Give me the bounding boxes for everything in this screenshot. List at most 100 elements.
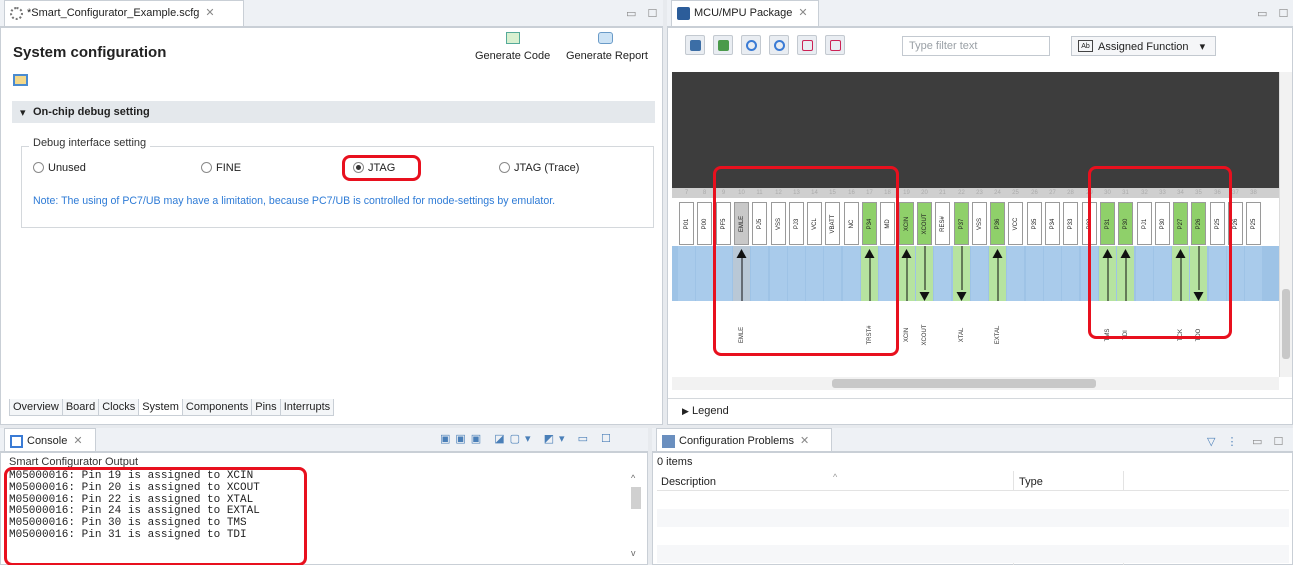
chevron-up-icon[interactable]: ^ bbox=[631, 473, 635, 483]
generate-report-button[interactable]: Generate Report bbox=[566, 50, 648, 62]
pin-name: VCC bbox=[1012, 217, 1019, 230]
radio-jtag-trace[interactable]: JTAG (Trace) bbox=[499, 162, 579, 174]
radio-label: Unused bbox=[48, 162, 86, 174]
pin-function-label: XCOUT bbox=[921, 324, 928, 346]
pin-23[interactable]: 23 VSS bbox=[971, 185, 988, 375]
pin-19[interactable]: 19 XCIN XCIN bbox=[898, 185, 915, 375]
system-config-panel: System configuration Generate Code Gener… bbox=[0, 27, 663, 425]
radio-unused[interactable]: Unused bbox=[33, 162, 86, 174]
pin-signal bbox=[1245, 246, 1262, 301]
editor-tab[interactable]: *Smart_Configurator_Example.scfg ✕ bbox=[4, 0, 244, 26]
filter-icon[interactable]: ▽ ⋮ bbox=[1207, 435, 1242, 448]
zoom-out-icon[interactable] bbox=[769, 35, 789, 55]
radio-circle bbox=[201, 162, 212, 173]
editor-bottom-tab[interactable]: Overview bbox=[9, 399, 63, 416]
pin-25[interactable]: 25 VCC bbox=[1007, 185, 1024, 375]
close-icon[interactable]: ✕ bbox=[73, 435, 82, 447]
pin-22[interactable]: 22 P37 XTAL bbox=[953, 185, 970, 375]
pin-name: XCOUT bbox=[921, 213, 928, 234]
page-title: System configuration bbox=[13, 44, 167, 61]
window-buttons[interactable]: ▭ ☐ bbox=[1257, 7, 1292, 20]
problems-icon bbox=[662, 435, 675, 448]
chip-view-icon[interactable] bbox=[713, 35, 733, 55]
console-panel: Smart Configurator Output M05000016: Pin… bbox=[0, 452, 648, 565]
chevron-right-icon: ▶ bbox=[682, 406, 689, 416]
pin-8[interactable]: 8 P00 bbox=[696, 185, 713, 375]
problems-tab[interactable]: Configuration Problems ✕ bbox=[656, 428, 832, 451]
print-icon[interactable] bbox=[825, 35, 845, 55]
save-icon[interactable] bbox=[685, 35, 705, 55]
pin-signal bbox=[1026, 246, 1043, 301]
scroll-thumb[interactable] bbox=[631, 487, 641, 509]
package-tab[interactable]: MCU/MPU Package ✕ bbox=[671, 0, 819, 26]
pin-signal bbox=[934, 246, 951, 301]
pin-24[interactable]: 24 P36 EXTAL bbox=[989, 185, 1006, 375]
scroll-thumb[interactable] bbox=[832, 379, 1096, 388]
note-text: Note: The using of PC7/UB may have a lim… bbox=[33, 195, 556, 207]
editor-bottom-tab[interactable]: Pins bbox=[251, 399, 281, 416]
window-buttons[interactable]: ▭ ☐ bbox=[1252, 435, 1287, 448]
editor-bottom-tab[interactable]: System bbox=[138, 399, 183, 416]
editor-bottom-tab[interactable]: Interrupts bbox=[279, 399, 335, 416]
pin-box: VCC bbox=[1008, 202, 1023, 245]
zoom-in-icon[interactable] bbox=[741, 35, 761, 55]
scroll-thumb[interactable] bbox=[1282, 289, 1290, 359]
function-icon: Ab bbox=[1078, 40, 1093, 52]
pin-name: RES# bbox=[939, 215, 946, 232]
pin-name: P33 bbox=[1067, 218, 1074, 229]
pin-38[interactable]: 38 P25 bbox=[1245, 185, 1262, 375]
pin-box: P34 bbox=[1045, 202, 1060, 245]
pin-box: P35 bbox=[1027, 202, 1042, 245]
problems-count: 0 items bbox=[657, 456, 693, 468]
pin-signal bbox=[696, 246, 713, 301]
arrow-down-icon bbox=[956, 246, 967, 301]
pin-function-label: EXTAL bbox=[994, 325, 1001, 345]
console-toolbar[interactable]: ▣▣▣ ◪▢▾ ◩▾ ▭ ☐ bbox=[440, 432, 616, 445]
close-icon[interactable]: ✕ bbox=[205, 7, 214, 19]
pin-26[interactable]: 26 P35 bbox=[1026, 185, 1043, 375]
pin-box: P36 bbox=[990, 202, 1005, 245]
highlight-jtag-pins bbox=[1088, 166, 1232, 339]
layout-icon[interactable] bbox=[13, 74, 28, 86]
pin-7[interactable]: 7 P01 bbox=[678, 185, 695, 375]
pin-name: P37 bbox=[958, 218, 965, 229]
pin-number: 25 bbox=[1012, 190, 1019, 196]
package-toolbar: Type filter text Ab Assigned Function ▾ bbox=[668, 28, 1292, 72]
legend-label: Legend bbox=[691, 405, 729, 417]
pin-21[interactable]: 21 RES# bbox=[934, 185, 951, 375]
generate-code-icon bbox=[506, 32, 520, 44]
chevron-down-icon[interactable]: v bbox=[631, 548, 636, 558]
horizontal-scrollbar[interactable] bbox=[672, 377, 1279, 390]
close-icon[interactable]: ✕ bbox=[798, 7, 807, 19]
column-description[interactable]: Description bbox=[661, 476, 716, 488]
pin-name: P00 bbox=[701, 218, 708, 229]
pin-28[interactable]: 28 P33 bbox=[1062, 185, 1079, 375]
pin-27[interactable]: 27 P34 bbox=[1044, 185, 1061, 375]
window-buttons[interactable]: ▭ ☐ bbox=[626, 7, 661, 20]
generate-code-button[interactable]: Generate Code bbox=[475, 50, 550, 62]
close-icon[interactable]: ✕ bbox=[800, 435, 809, 447]
console-tab[interactable]: Console ✕ bbox=[4, 428, 96, 451]
legend-toggle[interactable]: ▶ Legend bbox=[668, 398, 1292, 424]
vertical-scrollbar[interactable] bbox=[1279, 72, 1292, 377]
export-icon[interactable] bbox=[797, 35, 817, 55]
editor-bottom-tabs: Overview Board Clocks System Components Pins I… bbox=[9, 399, 335, 416]
console-scrollbar[interactable]: ^ v bbox=[629, 473, 643, 563]
pin-name: P25 bbox=[1250, 218, 1257, 229]
column-type[interactable]: Type bbox=[1019, 476, 1043, 488]
pin-20[interactable]: 20 XCOUT XCOUT bbox=[916, 185, 933, 375]
radio-fine[interactable]: FINE bbox=[201, 162, 241, 174]
arrow-up-icon bbox=[992, 249, 1003, 301]
ide-window: *Smart_Configurator_Example.scfg ✕ ▭ ☐ Sy… bbox=[0, 0, 1293, 565]
pin-signal bbox=[1007, 246, 1024, 301]
filter-input[interactable]: Type filter text bbox=[902, 36, 1050, 56]
pin-number: 38 bbox=[1250, 190, 1257, 196]
assigned-function-dropdown[interactable]: Ab Assigned Function ▾ bbox=[1071, 36, 1216, 56]
arrow-down-icon bbox=[919, 246, 930, 301]
editor-bottom-tab[interactable]: Clocks bbox=[98, 399, 140, 416]
section-header[interactable]: ▾ On-chip debug setting bbox=[12, 101, 655, 123]
editor-bottom-tab[interactable]: Board bbox=[61, 399, 100, 416]
pin-number: 27 bbox=[1049, 190, 1056, 196]
editor-bottom-tab[interactable]: Components bbox=[181, 399, 253, 416]
pin-number: 23 bbox=[976, 190, 983, 196]
